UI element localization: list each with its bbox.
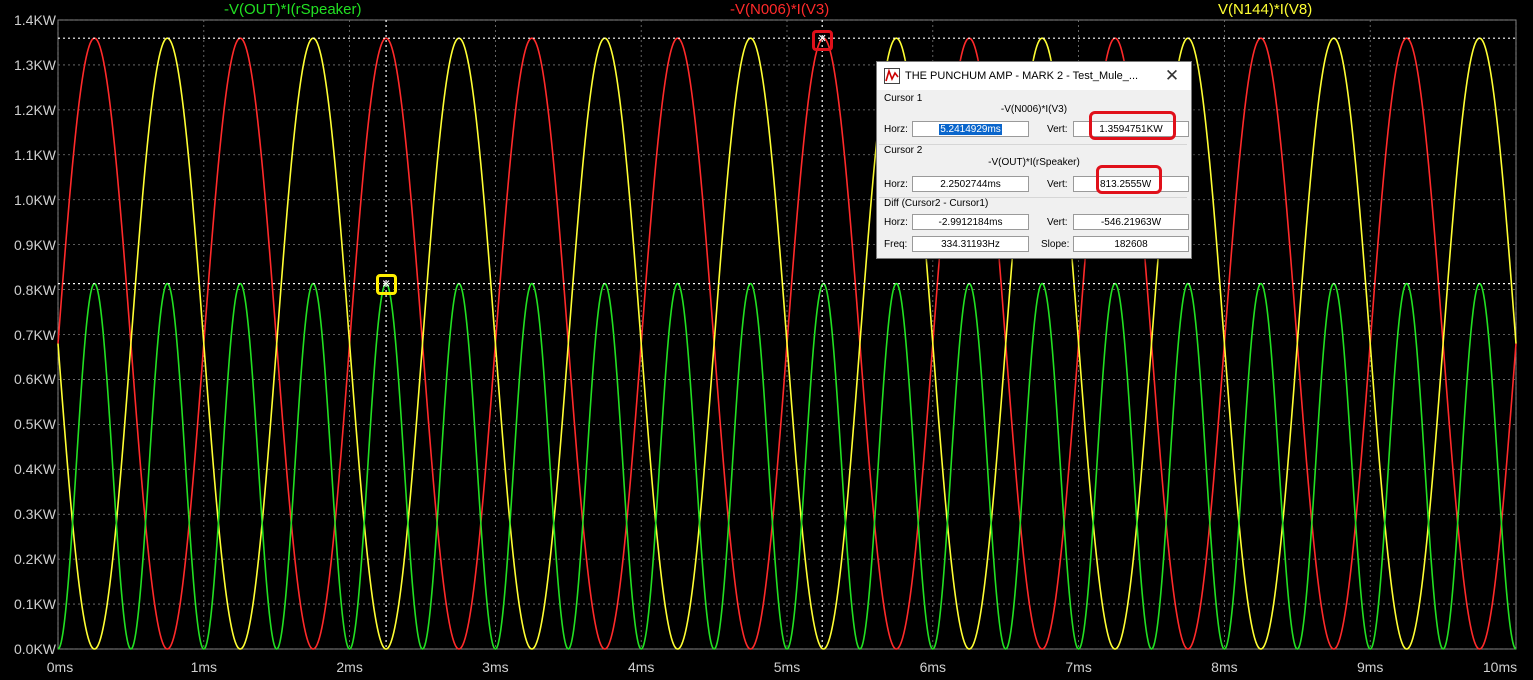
y-tick-label: 0.9KW: [13, 236, 56, 253]
diff-vert-label: Vert:: [1047, 217, 1068, 228]
cursor1-horz-field[interactable]: 5.2414929ms: [912, 121, 1029, 137]
dialog-title: THE PUNCHUM AMP - MARK 2 - Test_Mule_...: [905, 70, 1139, 82]
diff-section-label: Diff (Cursor2 - Cursor1): [884, 198, 989, 209]
y-tick-label: 0.4KW: [13, 461, 56, 478]
x-tick-label: 0ms: [46, 659, 74, 675]
y-tick-label: 1.1KW: [13, 146, 56, 163]
x-tick-label: 4ms: [627, 659, 655, 675]
cursor1-vert-label: Vert:: [1047, 124, 1068, 135]
diff-horz-label: Horz:: [884, 217, 908, 228]
cursor1-horz-label: Horz:: [884, 124, 908, 135]
x-tick-label: 5ms: [773, 659, 801, 675]
ltspice-waveform-icon: [884, 68, 900, 84]
vert-highlight-annotation: [1089, 111, 1176, 140]
diff-slope-label: Slope:: [1041, 239, 1070, 250]
y-tick-label: 1.2KW: [13, 101, 56, 118]
x-tick-label: 3ms: [482, 659, 509, 675]
y-tick-label: 0.8KW: [13, 281, 56, 298]
y-tick-label: 1.3KW: [13, 56, 56, 73]
trace-v-n144-i-v8-[interactable]: [57, 37, 1517, 650]
x-tick-label: 10ms: [1482, 659, 1518, 675]
x-tick-label: 8ms: [1211, 659, 1238, 675]
cursor-dialog[interactable]: THE PUNCHUM AMP - MARK 2 - Test_Mule_...…: [876, 61, 1192, 259]
diff-freq-field[interactable]: 334.31193Hz: [912, 236, 1029, 252]
cursor1-horz-value: 5.2414929ms: [939, 124, 1002, 135]
cursor2-section-label: Cursor 2: [884, 145, 923, 156]
y-tick-label: 0.7KW: [13, 326, 56, 343]
x-tick-label: 9ms: [1356, 659, 1384, 675]
cursor2-vert-label: Vert:: [1047, 179, 1068, 190]
vert-highlight-annotation: [1096, 165, 1162, 194]
cursor2-horz-label: Horz:: [884, 179, 908, 190]
y-tick-label: 0.6KW: [13, 371, 56, 388]
diff-vert-field[interactable]: -546.21963W: [1073, 214, 1189, 230]
y-tick-label: 0.0KW: [13, 641, 56, 657]
cursor1-marker[interactable]: [812, 30, 833, 51]
cursor2-marker[interactable]: [376, 274, 397, 295]
y-tick-label: 0.1KW: [13, 596, 56, 613]
y-tick-label: 1.4KW: [13, 12, 56, 28]
trace-label-out-rspeaker[interactable]: -V(OUT)*I(rSpeaker): [224, 0, 362, 20]
dialog-titlebar[interactable]: THE PUNCHUM AMP - MARK 2 - Test_Mule_...…: [877, 62, 1191, 90]
y-tick-label: 0.5KW: [13, 416, 56, 433]
diff-slope-field[interactable]: 182608: [1073, 236, 1189, 252]
diff-horz-field[interactable]: -2.9912184ms: [912, 214, 1029, 230]
y-tick-label: 0.2KW: [13, 551, 56, 568]
x-tick-label: 2ms: [336, 659, 363, 675]
y-tick-label: 1.0KW: [13, 191, 56, 208]
trace-group: [57, 37, 1517, 650]
divider: [879, 144, 1187, 145]
x-tick-label: 1ms: [190, 659, 218, 675]
cursor2-horz-field[interactable]: 2.2502744ms: [912, 176, 1029, 192]
diff-freq-label: Freq:: [884, 239, 908, 250]
cursor1-section-label: Cursor 1: [884, 93, 923, 104]
y-tick-label: 0.3KW: [13, 506, 56, 523]
close-icon[interactable]: ✕: [1161, 65, 1183, 87]
x-tick-label: 7ms: [1065, 659, 1092, 675]
trace-label-n006-v3[interactable]: -V(N006)*I(V3): [730, 0, 829, 20]
trace-label-n144-v8[interactable]: V(N144)*I(V8): [1218, 0, 1312, 20]
waveform-plot[interactable]: ✕✕: [0, 0, 1533, 680]
x-tick-label: 6ms: [919, 659, 947, 675]
